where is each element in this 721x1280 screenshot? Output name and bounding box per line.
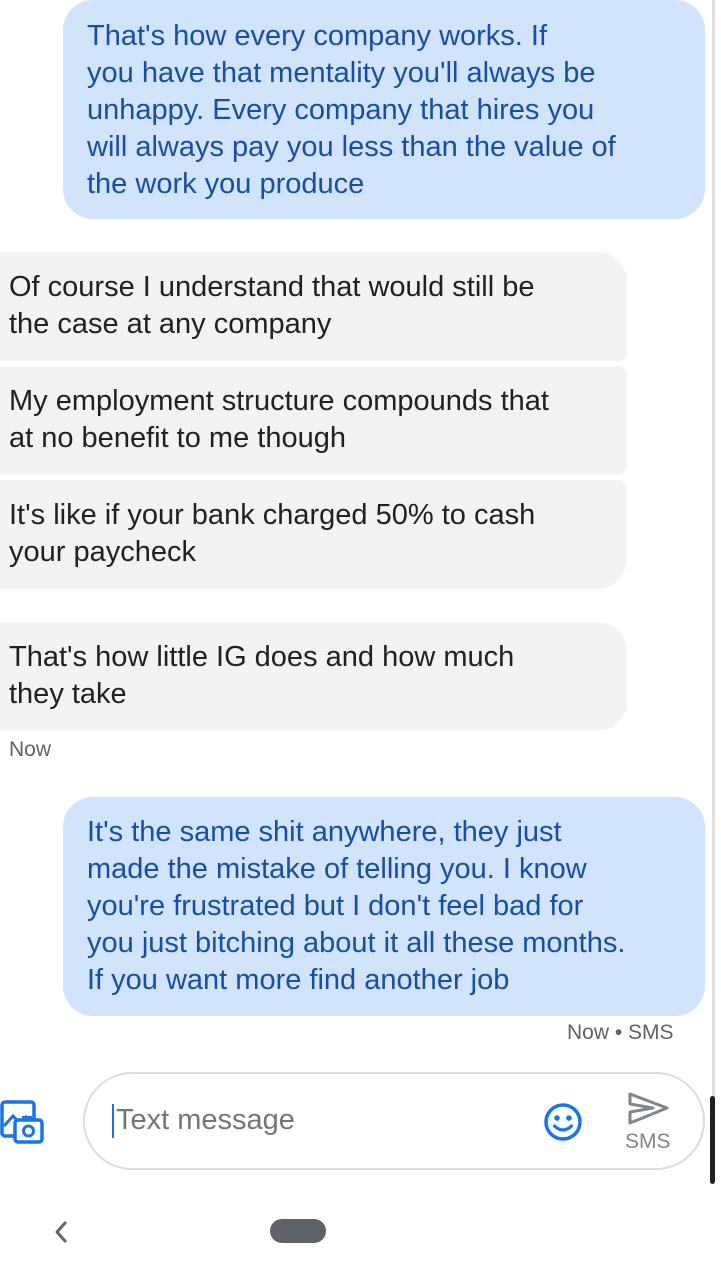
message-timestamp: Now <box>9 738 52 761</box>
incoming-message-bubble[interactable]: My employment structure compounds that a… <box>0 366 627 475</box>
scrollbar-thumb[interactable] <box>710 1096 715 1184</box>
outgoing-message-bubble[interactable]: That's how every company works. If you h… <box>63 0 705 219</box>
compose-bar: SMS <box>83 1072 705 1170</box>
nav-home-pill[interactable] <box>270 1219 326 1243</box>
text-cursor <box>112 1104 114 1138</box>
incoming-message-bubble[interactable]: It's like if your bank charged 50% to ca… <box>0 480 627 589</box>
incoming-message-bubble[interactable]: That's how little IG does and how much t… <box>0 622 627 731</box>
send-type-label: SMS <box>625 1130 671 1153</box>
attach-media-icon[interactable] <box>0 1096 44 1146</box>
message-status: Now • SMS <box>567 1021 674 1044</box>
outgoing-message-bubble[interactable]: It's the same shit anywhere, they just m… <box>63 797 705 1016</box>
nav-back-icon[interactable] <box>48 1216 74 1248</box>
incoming-message-bubble[interactable]: Of course I understand that would still … <box>0 252 627 361</box>
message-input[interactable] <box>112 1104 516 1137</box>
send-button[interactable]: SMS <box>613 1088 683 1158</box>
emoji-icon[interactable] <box>543 1102 583 1142</box>
scroll-track <box>712 0 715 1180</box>
send-icon <box>628 1092 669 1125</box>
conversation-screen: That's how every company works. If you h… <box>0 0 721 1280</box>
